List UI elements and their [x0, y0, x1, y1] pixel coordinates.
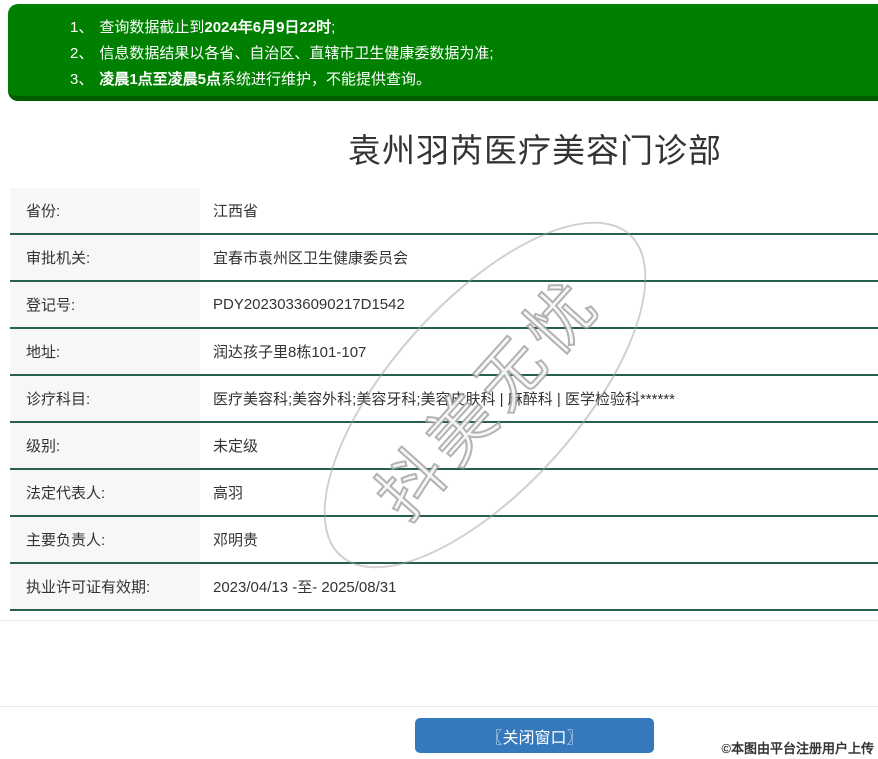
notice-line-bold-text: 凌晨1点至凌晨5点	[99, 71, 222, 88]
row-value: 邓明贵	[213, 532, 259, 549]
notice-line-text: 信息数据结果以各省、自治区、直辖市卫生健康委数据为准;	[99, 45, 494, 62]
row-label: 登记号:	[10, 282, 200, 327]
notice-line-number: 3、	[70, 71, 94, 88]
notice-line-1: 1、 查询数据截止到2024年6月9日22时;	[70, 15, 878, 41]
row-value: 宜春市袁州区卫生健康委员会	[213, 250, 409, 267]
footer-divider	[0, 706, 878, 707]
table-row-medical-departments: 诊疗科目: 医疗美容科;美容外科;美容牙科;美容皮肤科 | 麻醉科 | 医学检验…	[10, 376, 878, 423]
row-value: 医疗美容科;美容外科;美容牙科;美容皮肤科 | 麻醉科 | 医学检验科*****…	[213, 391, 675, 408]
row-value: 高羽	[213, 485, 244, 502]
notice-line-text-post: 系统进行维护，不能提供查询。	[221, 71, 432, 88]
notice-banner: 1、 查询数据截止到2024年6月9日22时; 2、 信息数据结果以各省、自治区、直…	[8, 4, 878, 101]
row-value: 未定级	[213, 438, 259, 455]
notice-line-text-post: ;	[331, 19, 336, 36]
table-row-license-validity-period: 执业许可证有效期: 2023/04/13 -至- 2025/08/31	[10, 564, 878, 611]
copyright-watermark: ©本图由平台注册用户上传	[721, 741, 874, 756]
row-label: 主要负责人:	[10, 517, 200, 562]
table-row-main-person-in-charge: 主要负责人: 邓明贵	[10, 517, 878, 564]
row-label: 省份:	[10, 188, 200, 233]
page-title: 袁州羽芮医疗美容门诊部	[348, 132, 722, 169]
close-window-button[interactable]: 〖关闭窗口〗	[415, 718, 654, 753]
notice-line-bold-text: 2024年6月9日22时	[204, 19, 332, 36]
row-value: 润达孩子里8栋101-107	[213, 344, 367, 361]
notice-line-2: 2、 信息数据结果以各省、自治区、直辖市卫生健康委数据为准;	[70, 41, 878, 67]
table-row-province: 省份: 江西省	[10, 188, 878, 235]
table-row-approval-authority: 审批机关: 宜春市袁州区卫生健康委员会	[10, 235, 878, 282]
row-label: 法定代表人:	[10, 470, 200, 515]
notice-line-3: 3、 凌晨1点至凌晨5点系统进行维护，不能提供查询。	[70, 67, 878, 93]
clinic-info-table: 省份: 江西省 审批机关: 宜春市袁州区卫生健康委员会 登记号: PDY2023…	[10, 188, 878, 611]
row-value: 江西省	[213, 203, 259, 220]
row-label: 地址:	[10, 329, 200, 374]
table-row-level: 级别: 未定级	[10, 423, 878, 470]
table-bottom-divider	[0, 620, 878, 621]
notice-line-number: 2、	[70, 45, 94, 62]
table-row-registration-number: 登记号: PDY20230336090217D1542	[10, 282, 878, 329]
row-value: PDY20230336090217D1542	[213, 296, 405, 313]
row-value: 2023/04/13 -至- 2025/08/31	[213, 579, 397, 596]
row-label: 执业许可证有效期:	[10, 564, 200, 609]
row-label: 审批机关:	[10, 235, 200, 280]
notice-line-text: 查询数据截止到	[99, 19, 205, 36]
table-row-legal-representative: 法定代表人: 高羽	[10, 470, 878, 517]
notice-line-number: 1、	[70, 19, 94, 36]
table-row-address: 地址: 润达孩子里8栋101-107	[10, 329, 878, 376]
row-label: 级别:	[10, 423, 200, 468]
row-label: 诊疗科目:	[10, 376, 200, 421]
